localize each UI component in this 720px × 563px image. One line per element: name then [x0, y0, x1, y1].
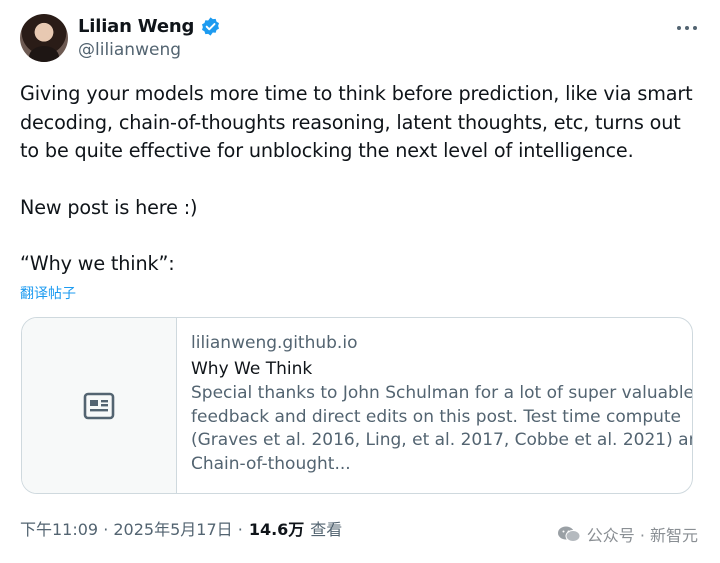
card-content: lilianweng.github.io Why We Think Specia…	[191, 332, 693, 476]
watermark-text: 公众号 · 新智元	[586, 526, 698, 545]
author-name-row: Lilian Weng	[78, 16, 221, 37]
views-count: 14.6万	[248, 520, 305, 539]
author-handle[interactable]: @lilianweng	[78, 40, 181, 60]
views-label: 查看	[310, 520, 343, 539]
card-thumbnail	[22, 318, 177, 493]
verified-badge-icon	[202, 17, 220, 36]
tweet-line: to be quite effective for unblocking the…	[20, 139, 634, 162]
tweet-line: Giving your models more time to think be…	[20, 82, 693, 105]
card-desc-line: Special thanks to John Schulman for a lo…	[191, 383, 693, 403]
tweet-header: Lilian Weng @lilianweng	[20, 14, 700, 64]
card-desc-line: feedback and direct edits on this post. …	[191, 406, 682, 427]
avatar[interactable]	[20, 14, 68, 62]
card-desc-line: Chain-of-thought...	[191, 453, 351, 474]
card-domain: lilianweng.github.io	[191, 333, 358, 353]
author-name[interactable]: Lilian Weng	[78, 16, 194, 37]
tweet-line: “Why we think”:	[20, 252, 175, 275]
timestamp[interactable]: 下午11:09 · 2025年5月17日 ·	[20, 516, 243, 540]
watermark: 公众号 · 新智元	[557, 522, 698, 546]
card-description: Special thanks to John Schulman for a lo…	[191, 382, 693, 476]
more-options-icon[interactable]	[674, 18, 700, 38]
tweet-line: decoding, chain-of-thoughts reasoning, l…	[20, 110, 681, 134]
card-title: Why We Think	[191, 359, 313, 379]
article-icon	[83, 392, 115, 419]
wechat-icon	[557, 526, 581, 542]
translate-post-link[interactable]: 翻译帖子	[20, 283, 76, 303]
card-desc-line: (Graves et al. 2016, Ling, et al. 2017, …	[191, 430, 693, 450]
tweet-text: Giving your models more time to think be…	[20, 80, 700, 279]
link-preview-card[interactable]: lilianweng.github.io Why We Think Specia…	[21, 317, 693, 494]
tweet-line: New post is here :)	[20, 195, 198, 219]
tweet-meta: 下午11:09 · 2025年5月17日 · 14.6万 查看	[20, 516, 342, 540]
